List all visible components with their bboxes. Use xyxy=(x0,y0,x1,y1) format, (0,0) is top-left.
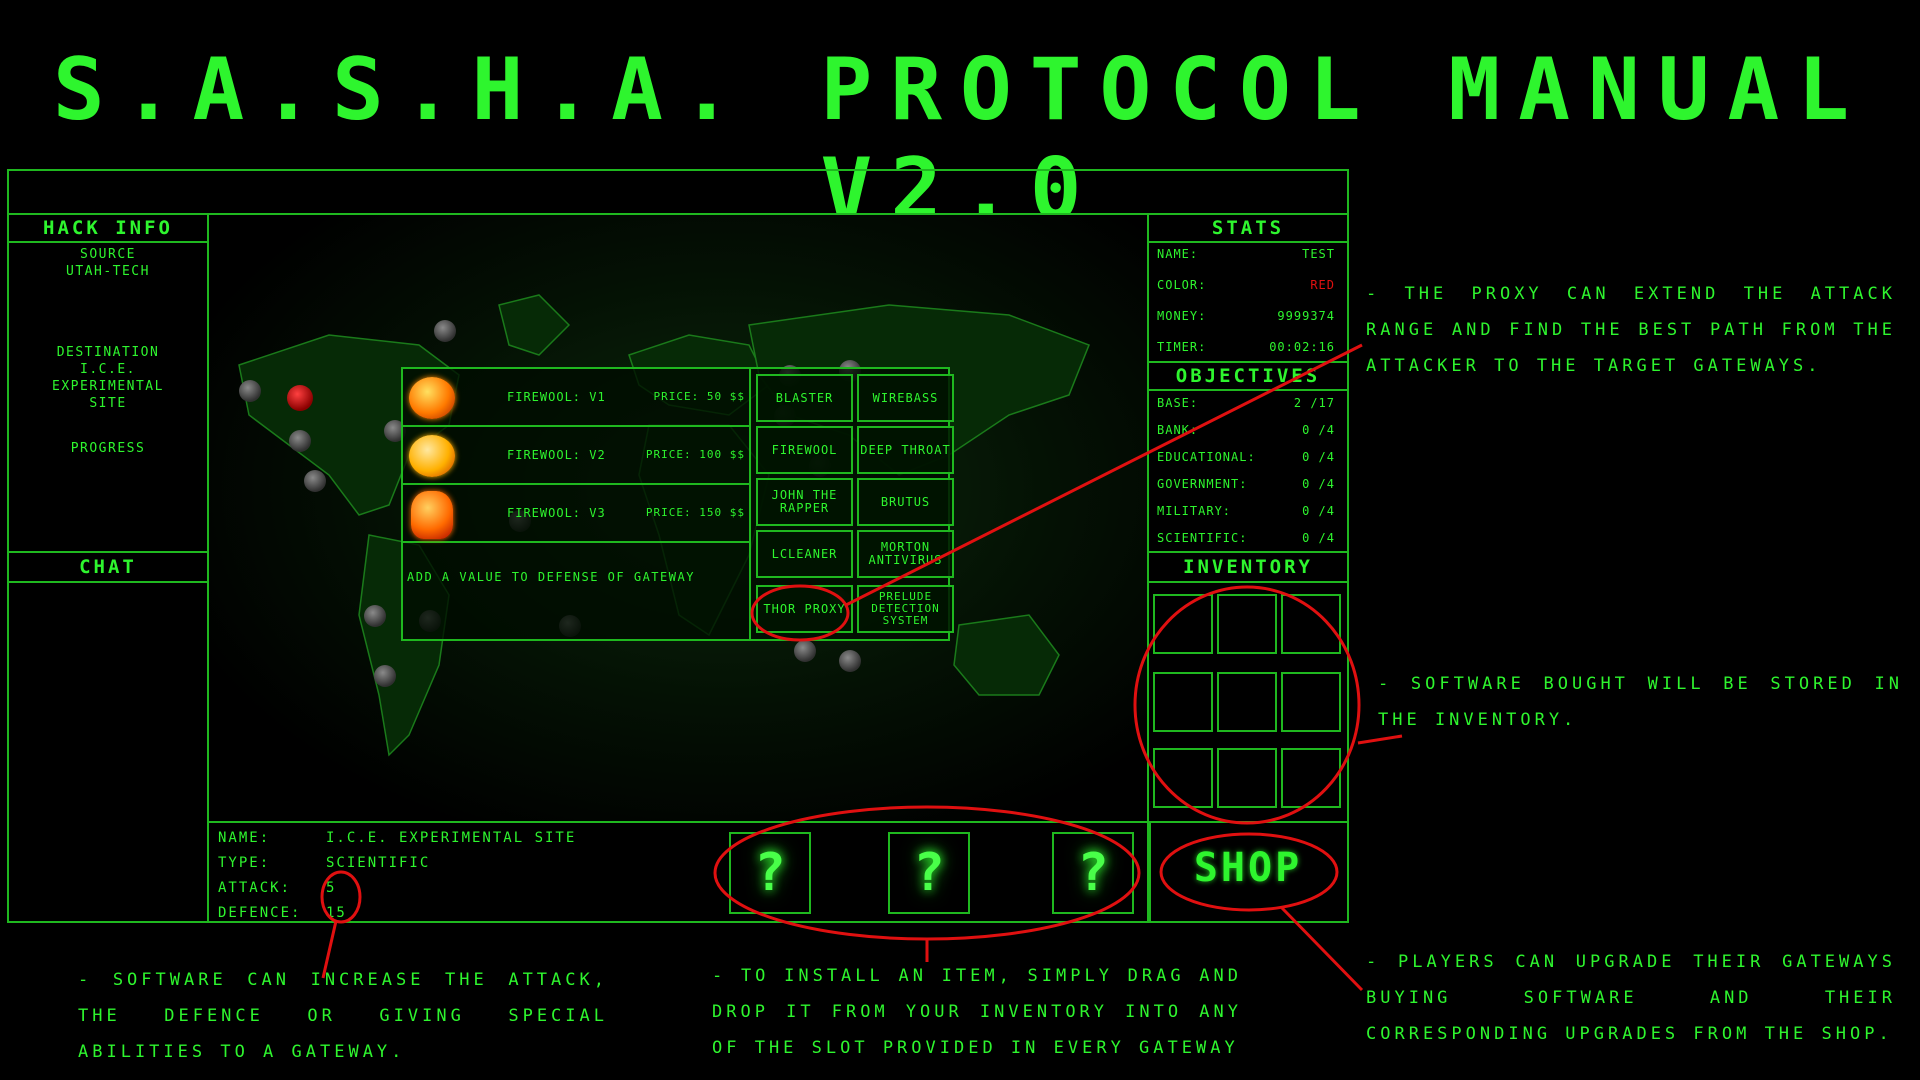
shop-item-firewool[interactable]: FIREWOOL xyxy=(756,426,853,474)
gateway-defence-value: 15 xyxy=(326,905,347,921)
install-note: - TO INSTALL AN ITEM, SIMPLY DRAG AND DR… xyxy=(712,966,1242,1058)
shop-button[interactable]: SHOP xyxy=(1149,845,1347,891)
progress-label: PROGRESS xyxy=(70,441,146,456)
gateway-node[interactable] xyxy=(287,385,313,411)
chat-header: CHAT xyxy=(79,556,137,578)
firewool-v3-icon xyxy=(411,491,453,539)
gateway-node[interactable] xyxy=(289,430,311,452)
source-value: UTAH-TECH xyxy=(66,264,150,279)
firewool-v2-icon xyxy=(409,435,455,477)
shop-item-john-the-rapper[interactable]: JOHN THE RAPPER xyxy=(756,478,853,526)
inventory-slot[interactable] xyxy=(1217,672,1277,732)
firewool-price: PRICE: 100 $$ xyxy=(645,448,745,461)
gateway-slot-3[interactable]: ? xyxy=(1052,832,1134,914)
chat-panel[interactable] xyxy=(7,551,209,923)
destination-label: DESTINATION xyxy=(56,345,160,360)
objectives-header: OBJECTIVES xyxy=(1175,365,1321,387)
firewool-list: FIREWOOL: V1 PRICE: 50 $$ FIREWOOL: V2 P… xyxy=(403,369,749,639)
question-mark-icon: ? xyxy=(1077,843,1109,903)
shop-item-blaster[interactable]: BLASTER xyxy=(756,374,853,422)
inventory-slot[interactable] xyxy=(1153,672,1213,732)
gateway-slot-1[interactable]: ? xyxy=(729,832,811,914)
gateway-node[interactable] xyxy=(239,380,261,402)
inventory-slot[interactable] xyxy=(1153,594,1213,654)
shop-item-prelude-detection-system[interactable]: PRELUDE DETECTION SYSTEM xyxy=(857,585,954,633)
hack-info-content: SOURCE UTAH-TECH DESTINATION I.C.E. EXPE… xyxy=(7,246,209,457)
gateway-type-label: TYPE: xyxy=(218,855,271,871)
inventory-slot[interactable] xyxy=(1281,594,1341,654)
inventory-slot[interactable] xyxy=(1281,672,1341,732)
firewool-name: FIREWOOL: V3 xyxy=(507,506,606,520)
inventory-slot[interactable] xyxy=(1153,748,1213,808)
gateway-node[interactable] xyxy=(304,470,326,492)
gateway-node[interactable] xyxy=(374,665,396,687)
firewool-name: FIREWOOL: V1 xyxy=(507,390,606,404)
gateway-attack-value: 5 xyxy=(326,880,337,896)
question-mark-icon: ? xyxy=(913,843,945,903)
gateway-node[interactable] xyxy=(839,650,861,672)
gateway-name-value: I.C.E. EXPERIMENTAL SITE xyxy=(326,830,577,846)
software-note: - SOFTWARE CAN INCREASE THE ATTACK, THE … xyxy=(78,970,608,1062)
inventory-note: - SOFTWARE BOUGHT WILL BE STORED IN THE … xyxy=(1378,674,1903,730)
firewool-price: PRICE: 50 $$ xyxy=(653,390,745,403)
gateway-name-label: NAME: xyxy=(218,830,271,846)
firewool-v1-icon xyxy=(409,377,455,419)
shop-item-deep-throat[interactable]: DEEP THROAT xyxy=(857,426,954,474)
top-bar xyxy=(7,169,1349,215)
firewool-row-3[interactable]: FIREWOOL: V3 PRICE: 150 $$ xyxy=(403,485,749,543)
gateway-node[interactable] xyxy=(364,605,386,627)
hack-info-header: HACK INFO xyxy=(43,217,173,239)
objectives-rows: BASE: 2 /17 BANK: 0 /4 EDUCATIONAL: 0 /4 GO… xyxy=(1157,396,1335,545)
shop-item-morton-antivirus[interactable]: MORTON ANTIVIRUS xyxy=(857,530,954,578)
shop-item-thor-proxy[interactable]: THOR PROXY xyxy=(756,585,853,633)
destination-value-line2: EXPERIMENTAL xyxy=(52,379,164,394)
inventory-slot[interactable] xyxy=(1217,748,1277,808)
shop-item-description: ADD A VALUE TO DEFENSE OF GATEWAY xyxy=(407,570,695,584)
proxy-note: - THE PROXY CAN EXTEND THE ATTACK RANGE … xyxy=(1366,284,1896,376)
gateway-node[interactable] xyxy=(794,640,816,662)
stats-rows: NAME: TEST COLOR: RED MONEY: 9999374 TIMER:… xyxy=(1157,247,1335,354)
gateway-slot-2[interactable]: ? xyxy=(888,832,970,914)
question-mark-icon: ? xyxy=(754,843,786,903)
destination-value-line3: SITE xyxy=(89,396,127,411)
gateway-defence-label: DEFENCE: xyxy=(218,905,302,921)
inventory-slot[interactable] xyxy=(1217,594,1277,654)
stats-header: STATS xyxy=(1211,217,1285,239)
shop-item-brutus[interactable]: BRUTUS xyxy=(857,478,954,526)
source-label: SOURCE xyxy=(80,247,136,262)
shop-item-lcleaner[interactable]: LCLEANER xyxy=(756,530,853,578)
inventory-header: INVENTORY xyxy=(1183,556,1313,578)
shop-divider xyxy=(749,369,751,639)
stat-color-value: RED xyxy=(1310,278,1335,292)
firewool-price: PRICE: 150 $$ xyxy=(645,506,745,519)
gateway-info: NAME: I.C.E. EXPERIMENTAL SITE TYPE: SCIEN… xyxy=(218,826,576,926)
gateway-attack-label: ATTACK: xyxy=(218,880,292,896)
gateway-node[interactable] xyxy=(434,320,456,342)
inventory-slot[interactable] xyxy=(1281,748,1341,808)
gateway-type-value: SCIENTIFIC xyxy=(326,855,431,871)
firewool-name: FIREWOOL: V2 xyxy=(507,448,606,462)
shop-note: - PLAYERS CAN UPGRADE THEIR GATEWAYS BUY… xyxy=(1366,952,1896,1044)
firewool-row-2[interactable]: FIREWOOL: V2 PRICE: 100 $$ xyxy=(403,427,749,485)
destination-value-line1: I.C.E. xyxy=(80,362,136,377)
firewool-row-1[interactable]: FIREWOOL: V1 PRICE: 50 $$ xyxy=(403,369,749,427)
shop-item-wirebass[interactable]: WIREBASS xyxy=(857,374,954,422)
